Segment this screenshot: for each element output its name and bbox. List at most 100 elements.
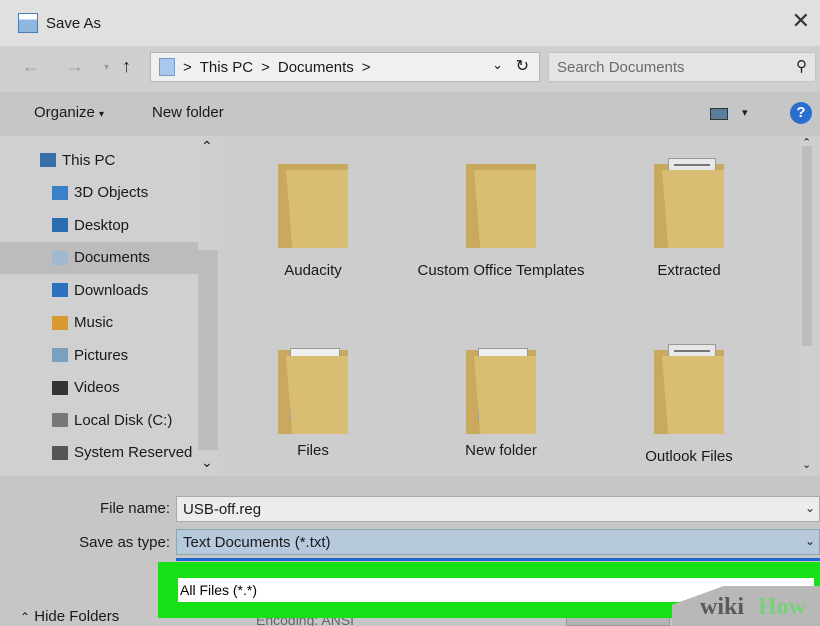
folder-label: Custom Office Templates	[417, 262, 585, 279]
view-options-icon[interactable]	[710, 108, 728, 120]
up-arrow-icon[interactable]: ↑	[122, 56, 131, 77]
sidebar-item[interactable]: Desktop	[0, 209, 198, 241]
sidebar-item[interactable]: System Reserved	[0, 437, 198, 469]
sidebar-item-label: This PC	[62, 151, 116, 169]
breadcrumb-separator: >	[361, 58, 371, 76]
navigation-pane: This PC 3D Objects Desktop Documents Downloa…	[0, 136, 218, 476]
hide-folders-label: Hide Folders	[34, 608, 120, 625]
address-bar[interactable]: > This PC > Documents > ⌄ ↻	[150, 52, 540, 82]
command-bar: Organize ▾ New folder ▾ ?	[0, 92, 820, 136]
file-name-label: File name:	[99, 500, 170, 517]
sidebar-item-label: Pictures	[74, 346, 129, 364]
close-icon[interactable]: ✕	[792, 10, 810, 32]
sidebar-item[interactable]: Videos	[0, 372, 198, 404]
folder-item[interactable]: epdf New folder	[416, 342, 586, 462]
save-as-type-select[interactable]: Text Documents (*.txt) ⌄	[176, 529, 820, 555]
breadcrumb-documents[interactable]: Documents	[278, 59, 354, 76]
dropdown-border	[176, 558, 820, 561]
new-folder-button[interactable]: New folder	[152, 104, 224, 121]
sidebar-item[interactable]: Local Disk (C:)	[0, 404, 198, 436]
sidebar-item-label: Local Disk (C:)	[74, 411, 173, 429]
folder-item[interactable]: epdf Files	[228, 342, 398, 462]
folder-label: New folder	[465, 442, 537, 459]
folder-icon: epdf	[466, 342, 536, 434]
sidebar-item[interactable]: 3D Objects	[0, 177, 198, 209]
videos-icon	[52, 380, 68, 395]
desktop-icon	[52, 218, 68, 232]
search-input[interactable]: Search Documents ⚲	[548, 52, 816, 82]
drive-icon	[52, 445, 68, 460]
search-placeholder: Search Documents	[557, 58, 685, 76]
3d-objects-icon	[52, 185, 68, 200]
chevron-up-icon: ⌃	[20, 610, 31, 624]
address-dropdown-icon[interactable]: ⌄	[492, 57, 503, 73]
hide-folders-button[interactable]: ⌃ Hide Folders	[20, 608, 119, 625]
sidebar-item[interactable]: Downloads	[0, 274, 198, 306]
scroll-down-icon[interactable]: ⌄	[802, 458, 811, 471]
sidebar-item[interactable]: Pictures	[0, 339, 198, 371]
folder-icon	[654, 342, 724, 434]
documents-folder-icon	[159, 58, 175, 76]
breadcrumb-this-pc[interactable]: This PC	[200, 59, 253, 76]
music-icon	[52, 315, 68, 330]
sidebar-item-label: Downloads	[74, 281, 149, 299]
folder-label: Extracted	[657, 262, 721, 279]
folder-icon	[654, 156, 724, 248]
downloads-icon	[52, 283, 68, 297]
wikihow-watermark: wiki How	[672, 586, 820, 626]
sidebar-item[interactable]: Music	[0, 307, 198, 339]
save-as-type-label: Save as type:	[79, 534, 170, 551]
sidebar-item-label: Music	[74, 314, 114, 331]
folder-label: Files	[297, 442, 329, 459]
search-icon[interactable]: ⚲	[796, 57, 807, 75]
file-name-field[interactable]: USB-off.reg ⌄	[176, 496, 820, 522]
notepad-icon	[18, 13, 38, 33]
save-as-type-value: Text Documents (*.txt)	[183, 533, 331, 551]
navigation-scrollbar[interactable]: ⌃ ⌄	[198, 136, 218, 476]
folder-icon: epdf	[278, 342, 348, 434]
folder-item[interactable]: Custom Office Templates	[416, 156, 586, 282]
view-dropdown-icon[interactable]: ▾	[742, 106, 748, 119]
file-list-scrollbar[interactable]: ⌃ ⌄	[800, 136, 814, 476]
sidebar-item[interactable]: Documents	[0, 241, 198, 274]
folder-label: Outlook Files	[645, 448, 733, 465]
forward-arrow-icon[interactable]: →	[66, 56, 84, 77]
refresh-icon[interactable]: ↻	[516, 56, 529, 76]
sidebar-item-label: System Reserved	[74, 444, 193, 461]
organize-dropdown-icon: ▾	[99, 109, 105, 120]
pc-icon	[40, 153, 56, 167]
folder-icon	[278, 156, 348, 248]
pictures-icon	[52, 348, 68, 362]
chevron-down-icon[interactable]: ⌄	[805, 501, 815, 515]
breadcrumb-separator: >	[183, 58, 192, 76]
sidebar-item-label: Documents	[74, 249, 150, 266]
save-as-dialog: Save As ✕ ← → ▾ ↑ > This PC > Documents …	[0, 0, 820, 626]
file-name-value: USB-off.reg	[183, 500, 262, 518]
organize-label: Organize	[34, 104, 95, 121]
drive-icon	[52, 413, 68, 427]
scroll-up-icon[interactable]: ⌃	[201, 138, 213, 155]
scrollbar-thumb[interactable]	[802, 146, 812, 346]
back-arrow-icon[interactable]: ←	[22, 56, 40, 77]
folder-item[interactable]: Audacity	[228, 156, 398, 282]
breadcrumb-separator: >	[261, 58, 270, 76]
sidebar-item[interactable]: This PC	[0, 144, 198, 176]
organize-button[interactable]: Organize ▾	[34, 104, 104, 121]
folder-item[interactable]: Extracted	[604, 156, 774, 282]
folder-item[interactable]: Outlook Files	[604, 342, 774, 468]
scroll-down-icon[interactable]: ⌄	[201, 454, 213, 471]
documents-icon	[52, 250, 68, 265]
title-bar: Save As ✕	[0, 0, 820, 46]
watermark-wiki-text: wiki	[700, 594, 745, 620]
sidebar-item-label: Videos	[74, 379, 120, 396]
chevron-down-icon[interactable]: ⌄	[805, 534, 815, 548]
recent-chevron-icon[interactable]: ▾	[104, 62, 109, 73]
sidebar-item-label: 3D Objects	[74, 184, 149, 201]
folder-label: Audacity	[284, 262, 342, 279]
file-list: Audacity Custom Office Templates Extracted…	[218, 136, 814, 476]
sidebar-item-label: Desktop	[74, 216, 130, 234]
watermark-how-text: How	[758, 594, 806, 620]
folder-icon	[466, 156, 536, 248]
scrollbar-thumb[interactable]	[198, 250, 218, 450]
help-icon[interactable]: ?	[790, 102, 812, 124]
